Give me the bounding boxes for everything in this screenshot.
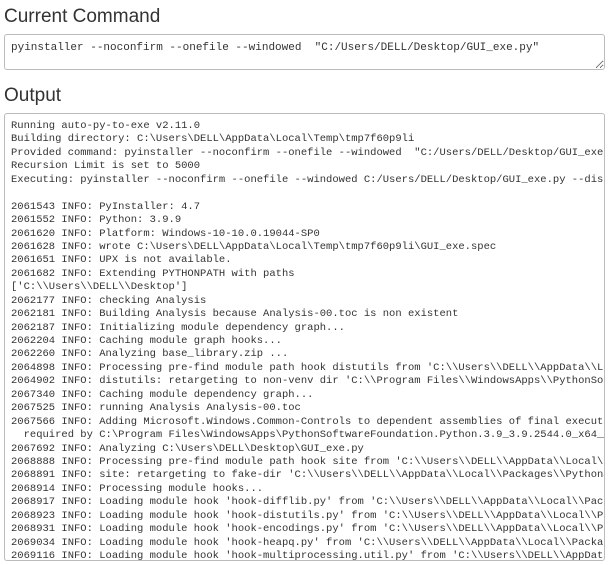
current-command-title: Current Command: [4, 6, 605, 28]
output-section: Output Running auto-py-to-exe v2.11.0 Bu…: [4, 85, 605, 561]
output-log[interactable]: Running auto-py-to-exe v2.11.0 Building …: [4, 113, 605, 561]
current-command-section: Current Command: [4, 6, 605, 75]
current-command-input[interactable]: [4, 34, 605, 70]
output-title: Output: [4, 85, 605, 107]
